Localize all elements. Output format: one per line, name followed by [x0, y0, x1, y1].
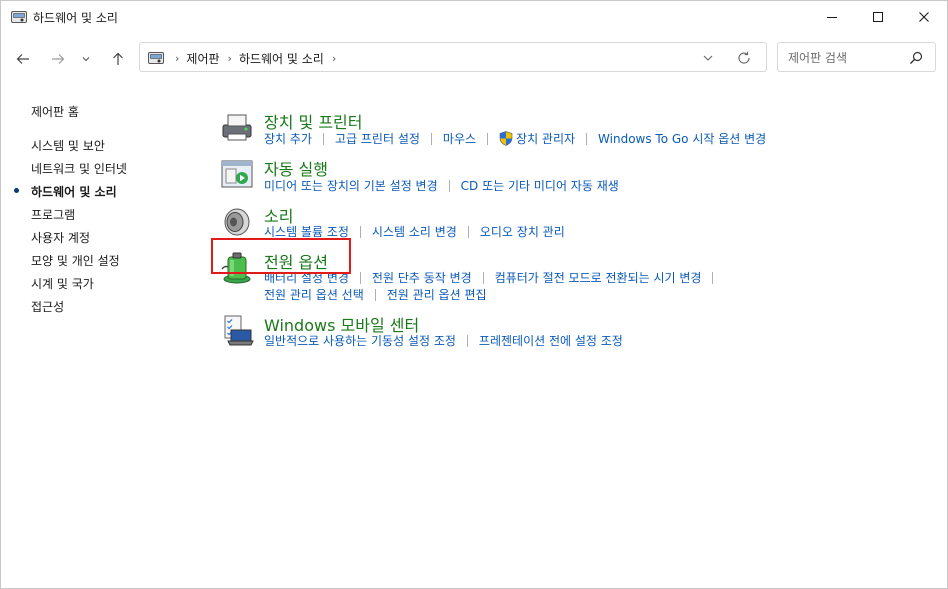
- minimize-icon: [827, 17, 837, 18]
- sidebar-item-system-security[interactable]: 시스템 및 보안: [31, 137, 105, 154]
- link-change-sleep-timing[interactable]: 컴퓨터가 절전 모드로 전환되는 시기 변경: [495, 269, 702, 286]
- maximize-icon: [873, 12, 883, 22]
- minimize-button[interactable]: [809, 1, 855, 33]
- back-button[interactable]: [12, 48, 34, 70]
- link-windows-to-go[interactable]: Windows To Go 시작 옵션 변경: [598, 130, 766, 147]
- window-title: 하드웨어 및 소리: [33, 11, 118, 25]
- link-separator: [487, 132, 489, 145]
- close-icon: [919, 12, 929, 22]
- refresh-icon: [738, 51, 750, 64]
- search-input[interactable]: [786, 49, 910, 67]
- search-icon[interactable]: [908, 50, 924, 66]
- search-box[interactable]: [777, 42, 936, 72]
- link-separator: [586, 132, 588, 145]
- address-history-button[interactable]: [700, 50, 716, 66]
- link-adjust-mobility-settings[interactable]: 일반적으로 사용하는 기동성 설정 조정: [264, 332, 456, 349]
- control-panel-icon: [11, 11, 27, 23]
- autoplay-icon: [221, 160, 253, 188]
- chevron-right-icon[interactable]: ›: [175, 52, 179, 65]
- address-bar[interactable]: › 제어판 › 하드웨어 및 소리 ›: [139, 42, 767, 72]
- arrow-left-icon: [16, 54, 29, 64]
- up-button[interactable]: [107, 48, 129, 70]
- link-autoplay-cd[interactable]: CD 또는 기타 미디어 자동 재생: [461, 177, 619, 194]
- current-page-bullet: [14, 188, 19, 193]
- link-change-default-media[interactable]: 미디어 또는 장치의 기본 설정 변경: [264, 177, 438, 194]
- link-row: 전원 관리 옵션 선택 전원 관리 옵션 편집: [264, 286, 487, 303]
- link-edit-power-plan[interactable]: 전원 관리 옵션 편집: [387, 286, 487, 303]
- close-button[interactable]: [901, 1, 947, 33]
- link-separator: [359, 271, 361, 284]
- printer-icon: [222, 114, 252, 141]
- link-separator: [448, 179, 450, 192]
- chevron-down-icon: [703, 55, 713, 61]
- breadcrumb-control-panel[interactable]: 제어판: [186, 50, 219, 67]
- mobility-center-icon: [224, 315, 254, 346]
- navigation-bar: › 제어판 › 하드웨어 및 소리 ›: [1, 39, 947, 77]
- link-choose-power-plan[interactable]: 전원 관리 옵션 선택: [264, 286, 364, 303]
- link-separator: [467, 225, 469, 238]
- chevron-right-icon[interactable]: ›: [332, 52, 336, 65]
- title-bar: 하드웨어 및 소리: [1, 1, 947, 33]
- sidebar-item-network-internet[interactable]: 네트워크 및 인터넷: [31, 160, 127, 177]
- link-add-device[interactable]: 장치 추가: [264, 130, 312, 147]
- sidebar-item-user-accounts[interactable]: 사용자 계정: [31, 229, 90, 246]
- sidebar-item-control-panel-home[interactable]: 제어판 홈: [31, 103, 79, 120]
- link-mouse[interactable]: 마우스: [443, 130, 476, 147]
- recent-locations-button[interactable]: [78, 48, 94, 70]
- link-separator: [712, 271, 714, 284]
- link-separator: [466, 334, 468, 347]
- link-advanced-printer-setup[interactable]: 고급 프린터 설정: [335, 130, 420, 147]
- link-separator: [322, 132, 324, 145]
- link-row: 장치 추가 고급 프린터 설정 마우스 장치 관리자 Windows To Go…: [264, 130, 766, 147]
- control-panel-icon: [148, 52, 164, 64]
- chevron-down-icon: [82, 57, 90, 62]
- link-manage-audio-devices[interactable]: 오디오 장치 관리: [480, 223, 565, 240]
- arrow-up-icon: [113, 52, 123, 65]
- breadcrumb-hardware-sound[interactable]: 하드웨어 및 소리: [239, 50, 324, 67]
- sidebar-item-appearance[interactable]: 모양 및 개인 설정: [31, 252, 120, 269]
- link-separator: [482, 271, 484, 284]
- link-device-manager[interactable]: 장치 관리자: [516, 130, 575, 147]
- forward-button[interactable]: [47, 48, 69, 70]
- refresh-button[interactable]: [736, 50, 752, 66]
- sidebar-item-ease-of-access[interactable]: 접근성: [31, 298, 64, 315]
- sidebar-item-hardware-sound[interactable]: 하드웨어 및 소리: [31, 183, 117, 200]
- maximize-button[interactable]: [855, 1, 901, 33]
- link-row: 일반적으로 사용하는 기동성 설정 조정 프레젠테이션 전에 설정 조정: [264, 332, 623, 349]
- link-row: 미디어 또는 장치의 기본 설정 변경 CD 또는 기타 미디어 자동 재생: [264, 177, 619, 194]
- uac-shield-icon: [499, 131, 513, 146]
- breadcrumb: › 제어판 › 하드웨어 및 소리 ›: [170, 50, 343, 67]
- highlight-box: [211, 238, 351, 274]
- link-separator: [374, 288, 376, 301]
- link-separator: [430, 132, 432, 145]
- sidebar-item-clock-region[interactable]: 시계 및 국가: [31, 275, 94, 292]
- link-separator: [359, 225, 361, 238]
- link-presentation-settings[interactable]: 프레젠테이션 전에 설정 조정: [479, 332, 623, 349]
- speaker-icon: [224, 208, 250, 236]
- link-change-system-sounds[interactable]: 시스템 소리 변경: [372, 223, 457, 240]
- chevron-right-icon[interactable]: ›: [228, 52, 232, 65]
- sidebar-item-programs[interactable]: 프로그램: [31, 206, 75, 223]
- arrow-right-icon: [52, 54, 65, 64]
- link-change-power-buttons[interactable]: 전원 단추 동작 변경: [372, 269, 472, 286]
